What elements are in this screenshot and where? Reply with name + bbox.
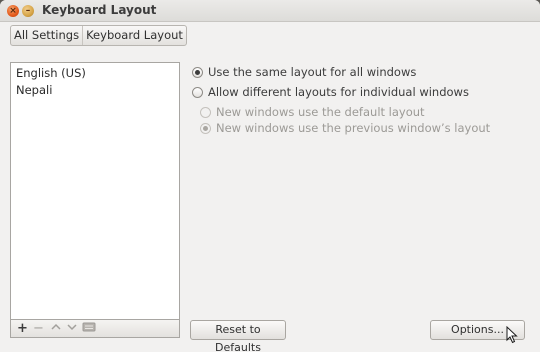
chevron-down-icon	[66, 324, 77, 331]
breadcrumb-all-settings[interactable]: All Settings	[11, 26, 82, 45]
new-previous-label: New windows use the previous window’s la…	[216, 121, 491, 135]
remove-layout-button[interactable]: −	[31, 321, 46, 336]
window-title: Keyboard Layout	[42, 3, 157, 17]
different-layouts-label: Allow different layouts for individual w…	[208, 85, 469, 99]
close-icon: ×	[9, 6, 17, 16]
reset-to-defaults-button[interactable]: Reset to Defaults	[190, 320, 286, 352]
radio-button[interactable]	[200, 122, 211, 134]
keyboard-layout-window: × – Keyboard Layout All Settings Keyboar…	[0, 0, 540, 352]
layout-list-toolbar: + −	[10, 320, 180, 338]
list-item[interactable]: Nepali	[16, 83, 52, 97]
title-bar: × – Keyboard Layout	[0, 0, 540, 22]
minimize-button[interactable]: –	[22, 5, 34, 17]
radio-button[interactable]	[200, 106, 211, 118]
breadcrumb: All Settings Keyboard Layout	[10, 25, 187, 46]
same-layout-option[interactable]: Use the same layout for all windows	[192, 65, 416, 79]
new-default-label: New windows use the default layout	[216, 105, 425, 119]
radio-button[interactable]	[192, 66, 203, 78]
close-button[interactable]: ×	[7, 5, 19, 17]
breadcrumb-keyboard-layout[interactable]: Keyboard Layout	[82, 26, 186, 45]
list-item[interactable]: English (US)	[16, 66, 86, 80]
new-previous-option[interactable]: New windows use the previous window’s la…	[200, 121, 490, 135]
add-layout-button[interactable]: +	[15, 321, 30, 336]
new-default-option[interactable]: New windows use the default layout	[200, 105, 425, 119]
show-layout-button[interactable]	[81, 321, 96, 336]
layout-list[interactable]: English (US) Nepali	[10, 62, 180, 320]
same-layout-label: Use the same layout for all windows	[208, 65, 417, 79]
keyboard-icon	[82, 322, 95, 332]
different-layouts-option[interactable]: Allow different layouts for individual w…	[192, 85, 469, 99]
move-up-button[interactable]	[48, 321, 63, 336]
radio-button[interactable]	[192, 86, 203, 98]
move-down-button[interactable]	[64, 321, 79, 336]
mouse-pointer-icon	[506, 326, 518, 344]
minimize-icon: –	[25, 6, 31, 16]
chevron-up-icon	[50, 323, 61, 330]
